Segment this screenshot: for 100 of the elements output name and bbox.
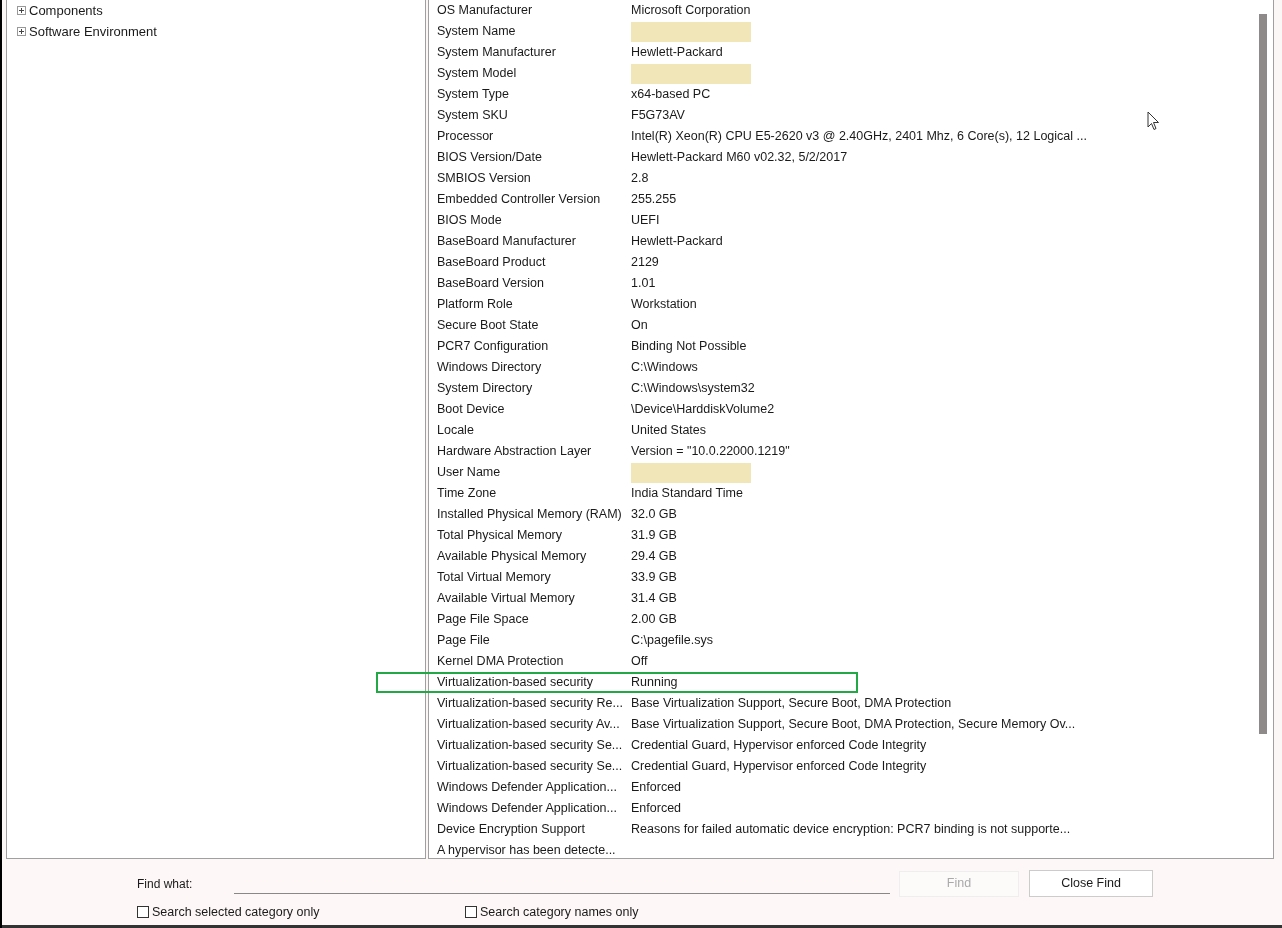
- table-row[interactable]: System Name: [429, 21, 1273, 42]
- item-name: Virtualization-based security Re...: [436, 695, 624, 713]
- item-name: Virtualization-based security Av...: [436, 716, 621, 734]
- table-row[interactable]: System Type x64-based PC: [429, 84, 1273, 105]
- table-row[interactable]: Virtualization-based security Running: [376, 672, 858, 693]
- table-row[interactable]: Virtualization-based security Se... Credential Guard, Hypervisor enforced Code Integrity: [429, 735, 1273, 756]
- item-name: Page File: [436, 632, 491, 650]
- table-row[interactable]: BaseBoard Manufacturer Hewlett-Packard: [429, 231, 1273, 252]
- item-value: C:\Windows: [631, 359, 698, 377]
- item-name: Time Zone: [436, 485, 498, 503]
- item-name: Windows Defender Application...: [436, 779, 618, 797]
- table-row[interactable]: Available Physical Memory 29.4 GB: [429, 546, 1273, 567]
- table-row[interactable]: Page File Space 2.00 GB: [429, 609, 1273, 630]
- table-row[interactable]: OS Manufacturer Microsoft Corporation: [429, 0, 1273, 21]
- table-row[interactable]: System Manufacturer Hewlett-Packard: [429, 42, 1273, 63]
- item-value: Base Virtualization Support, Secure Boot, DMA Protection: [631, 695, 952, 713]
- item-name: Total Virtual Memory: [436, 569, 552, 587]
- checkbox[interactable]: [465, 906, 477, 919]
- item-name: Available Physical Memory: [436, 548, 588, 566]
- item-name: Available Virtual Memory: [436, 590, 576, 608]
- item-value: Version = "10.0.22000.1219": [631, 443, 790, 461]
- item-name: BIOS Version/Date: [436, 149, 543, 167]
- item-name: Embedded Controller Version: [436, 191, 602, 209]
- item-value: Hewlett-Packard M60 v02.32, 5/2/2017: [631, 149, 848, 167]
- item-name: Page File Space: [436, 611, 530, 629]
- item-value: Intel(R) Xeon(R) CPU E5-2620 v3 @ 2.40GHz, 2401 Mhz, 6 Core(s), 12 Logical ...: [631, 128, 1087, 146]
- tree-item[interactable]: Components: [29, 0, 103, 21]
- item-name: Virtualization-based security Se...: [436, 737, 624, 755]
- item-name: Installed Physical Memory (RAM): [436, 506, 623, 524]
- item-value: UEFI: [631, 212, 660, 230]
- table-row[interactable]: A hypervisor has been detecte...: [429, 840, 1273, 861]
- item-value: India Standard Time: [631, 485, 743, 503]
- item-value: 1.01: [631, 275, 656, 293]
- item-value: Microsoft Corporation: [631, 2, 751, 20]
- table-row[interactable]: Virtualization-based security Av... Base Virtualization Support, Secure Boot, DMA Protection, Secure Memory Ov...: [429, 714, 1273, 735]
- item-name: BaseBoard Version: [436, 275, 545, 293]
- table-row[interactable]: Time Zone India Standard Time: [429, 483, 1273, 504]
- item-value: 2.00 GB: [631, 611, 677, 629]
- table-row[interactable]: Windows Directory C:\Windows: [429, 357, 1273, 378]
- table-row[interactable]: System Model: [429, 63, 1273, 84]
- table-row[interactable]: BaseBoard Product 2129: [429, 252, 1273, 273]
- table-row[interactable]: Virtualization-based security Se... Credential Guard, Hypervisor enforced Code Integrity: [429, 756, 1273, 777]
- item-name: System Name: [436, 23, 517, 41]
- table-row[interactable]: BaseBoard Version 1.01: [429, 273, 1273, 294]
- item-value: C:\Windows\system32: [631, 380, 755, 398]
- table-row[interactable]: User Name: [429, 462, 1273, 483]
- item-name: Hardware Abstraction Layer: [436, 443, 593, 461]
- expand-icon[interactable]: [17, 27, 26, 36]
- table-row[interactable]: Total Virtual Memory 33.9 GB: [429, 567, 1273, 588]
- item-value: Running: [631, 674, 678, 692]
- table-row[interactable]: Embedded Controller Version 255.255: [429, 189, 1273, 210]
- table-row[interactable]: Installed Physical Memory (RAM) 32.0 GB: [429, 504, 1273, 525]
- table-row[interactable]: Locale United States: [429, 420, 1273, 441]
- find-label: Find what:: [137, 875, 194, 893]
- table-row[interactable]: Windows Defender Application... Enforced: [429, 798, 1273, 819]
- checkbox[interactable]: [137, 906, 149, 919]
- table-row[interactable]: Total Physical Memory 31.9 GB: [429, 525, 1273, 546]
- item-name: System Directory: [436, 380, 534, 398]
- item-name: OS Manufacturer: [436, 2, 534, 20]
- scrollbar-thumb[interactable]: [1259, 14, 1267, 734]
- item-name: SMBIOS Version: [436, 170, 532, 188]
- item-name: System Model: [436, 65, 518, 83]
- table-row[interactable]: Boot Device \Device\HarddiskVolume2: [429, 399, 1273, 420]
- item-name: Windows Defender Application...: [436, 800, 618, 818]
- table-row[interactable]: Platform Role Workstation: [429, 294, 1273, 315]
- item-value: Binding Not Possible: [631, 338, 747, 356]
- table-row[interactable]: PCR7 Configuration Binding Not Possible: [429, 336, 1273, 357]
- table-row[interactable]: BIOS Mode UEFI: [429, 210, 1273, 231]
- table-row[interactable]: Kernel DMA Protection Off: [429, 651, 1273, 672]
- item-value: 29.4 GB: [631, 548, 677, 566]
- checkbox-label: Search selected category only: [152, 904, 320, 921]
- table-row[interactable]: Hardware Abstraction Layer Version = "10.0.22000.1219": [429, 441, 1273, 462]
- item-value: 2.8: [631, 170, 649, 188]
- table-row[interactable]: System SKU F5G73AV: [429, 105, 1273, 126]
- item-value: Credential Guard, Hypervisor enforced Code Integrity: [631, 737, 927, 755]
- table-row[interactable]: Available Virtual Memory 31.4 GB: [429, 588, 1273, 609]
- item-name: BaseBoard Product: [436, 254, 547, 272]
- item-value: Reasons for failed automatic device encryption: PCR7 binding is not supporte...: [631, 821, 1071, 839]
- table-row[interactable]: BIOS Version/Date Hewlett-Packard M60 v02.32, 5/2/2017: [429, 147, 1273, 168]
- table-row[interactable]: Windows Defender Application... Enforced: [429, 777, 1273, 798]
- table-row[interactable]: Page File C:\pagefile.sys: [429, 630, 1273, 651]
- checkbox-label: Search category names only: [480, 904, 639, 921]
- table-row[interactable]: SMBIOS Version 2.8: [429, 168, 1273, 189]
- table-row[interactable]: Virtualization-based security Re... Base Virtualization Support, Secure Boot, DMA Protection: [429, 693, 1273, 714]
- expand-icon[interactable]: [17, 6, 26, 15]
- table-row[interactable]: System Directory C:\Windows\system32: [429, 378, 1273, 399]
- item-value: C:\pagefile.sys: [631, 632, 713, 650]
- item-value: 255.255: [631, 191, 677, 209]
- table-row[interactable]: Secure Boot State On: [429, 315, 1273, 336]
- item-name: System Type: [436, 86, 511, 104]
- table-row[interactable]: Device Encryption Support Reasons for failed automatic device encryption: PCR7 binding is not supporte...: [429, 819, 1273, 840]
- item-value: Hewlett-Packard: [631, 233, 723, 251]
- item-name: User Name: [436, 464, 502, 482]
- mouse-pointer-icon: [1147, 111, 1160, 131]
- item-value: \Device\HarddiskVolume2: [631, 401, 775, 419]
- item-value: 31.4 GB: [631, 590, 677, 608]
- table-row[interactable]: Processor Intel(R) Xeon(R) CPU E5-2620 v3 @ 2.40GHz, 2401 Mhz, 6 Core(s), 12 Logical ...: [429, 126, 1273, 147]
- item-value: F5G73AV: [631, 107, 685, 125]
- close-find-button[interactable]: Close Find: [1029, 870, 1153, 897]
- tree-item[interactable]: Software Environment: [29, 21, 157, 42]
